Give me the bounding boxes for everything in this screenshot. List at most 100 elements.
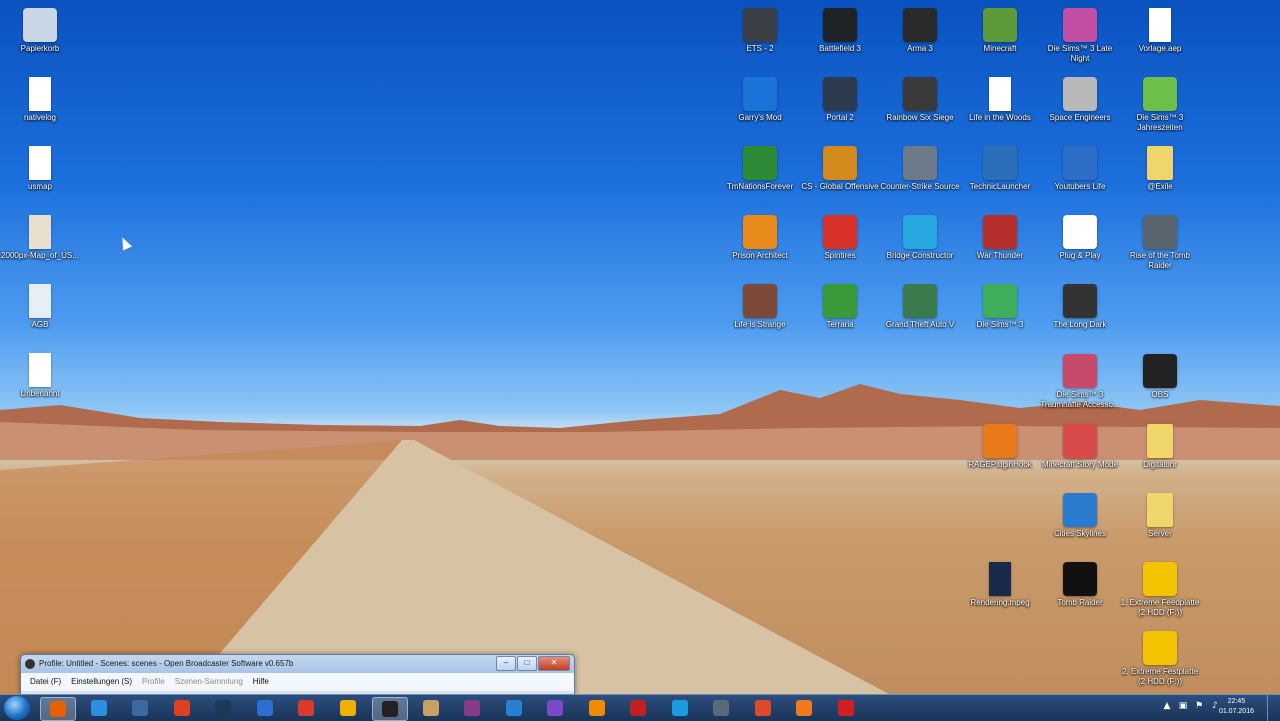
network-icon[interactable]: ▣ [1178,701,1188,711]
taskbar-app-audio[interactable] [621,697,655,719]
desktop-icon[interactable]: RAGEPluginHook [960,420,1040,488]
taskbar-app-winrar[interactable] [455,697,489,719]
calendar-icon [422,700,439,716]
desktop-icon[interactable]: Rendering.mpeg [960,558,1040,626]
desktop-icon[interactable]: Die Sims™ 3 Traumhafte Accesso... [1040,350,1120,418]
obs-title-bar[interactable]: Profile: Untitled - Scenes: scenes - Ope… [21,655,574,673]
desktop-icon[interactable]: Youtubers Life [1040,142,1120,210]
desktop-icon[interactable]: Bridge Constructor [880,211,960,279]
desktop-icon-label: War Thunder [976,251,1024,260]
desktop-icon-label: Portal 2 [826,113,854,122]
obs-app-icon [25,659,35,669]
desktop-icon[interactable]: Spintires [800,211,880,279]
taskbar-app-obs[interactable] [372,697,408,721]
desktop-icon[interactable]: Rise of the Tomb Raider [1120,211,1200,279]
desktop-icon[interactable]: Counter-Strike Source [880,142,960,210]
desktop-icon[interactable]: Arma 3 [880,4,960,72]
desktop-icon[interactable]: AGB [0,280,80,348]
taskbar-app-after-effects[interactable] [538,697,572,719]
desktop-icon[interactable]: TechnicLauncher [960,142,1040,210]
desktop-icon[interactable]: usmap [0,142,80,210]
gta-icon [903,284,937,318]
desktop-icon-label: Plug & Play [1059,251,1101,260]
menu-hilfe[interactable]: Hilfe [248,673,274,691]
tray-expand-icon[interactable]: ▲ [1162,701,1172,711]
desktop-icon-label: Die Sims™ 3 Jahreszeiten [1136,113,1184,132]
desktop-icon-label: Minecraft Story Mode [1041,460,1119,469]
desktop-icon[interactable]: Papierkorb [0,4,80,72]
taskbar-app-app-orange[interactable] [787,697,821,719]
desktop-icon[interactable]: Minecraft [960,4,1040,72]
desktop-icon[interactable]: CS - Global Offensive [800,142,880,210]
taskbar-app-app-red[interactable] [829,697,863,719]
desktop-icon[interactable]: Battlefield 3 [800,4,880,72]
desktop-icon[interactable]: Garry's Mod [720,73,800,141]
taskbar-app-steam[interactable] [206,697,240,719]
desktop-icon[interactable]: Cities Skylines [1040,489,1120,557]
desktop-icon[interactable]: Life in the Woods [960,73,1040,141]
start-button[interactable] [4,696,30,720]
show-desktop-button[interactable] [1267,695,1280,721]
desktop-icon[interactable]: The Long Dark [1040,280,1120,348]
desktop-icon-label: AGB [31,320,49,329]
menu-profile[interactable]: Profile [137,673,170,691]
desktop-icon[interactable]: Vorlage.aep [1120,4,1200,72]
desktop-icon[interactable]: 1. Extreme Feedplatte (2 HDD (F:)) [1120,558,1200,626]
menu-datei[interactable]: Datei (F) [25,673,66,691]
obs-window[interactable]: Profile: Untitled - Scenes: scenes - Ope… [20,654,575,696]
taskbar-app-utility[interactable] [82,697,116,719]
desktop-icon[interactable]: Prison Architect [720,211,800,279]
taskbar-app-network[interactable] [123,697,157,719]
taskbar-app-teamspeak[interactable] [497,697,531,719]
desktop-icon-label: usmap [27,182,52,191]
desktop-icon[interactable]: nativelog [0,73,80,141]
sims-icon [1063,354,1097,388]
java-file-icon [989,77,1011,111]
obs-icon [1143,354,1177,388]
clock[interactable]: 22:45 01.07.2016 [1219,697,1254,717]
desktop-icon[interactable]: Portal 2 [800,73,880,141]
desktop-icon[interactable]: TmNationsForever [720,142,800,210]
desktop-icon[interactable]: 2. Extreme Festplatte (2 HDD (F:)) [1120,627,1200,695]
document-icon [29,353,51,387]
desktop-icon[interactable]: Space Engineers [1040,73,1120,141]
taskbar-app-media-player[interactable] [165,697,199,719]
desktop-icon[interactable]: War Thunder [960,211,1040,279]
desktop-icon[interactable]: @Exile [1120,142,1200,210]
desktop-icon[interactable]: OBS [1120,350,1200,418]
desktop-icon-label: Minecraft [983,44,1017,53]
axe-icon [1063,284,1097,318]
desktop-icon[interactable]: Unbenannt [0,349,80,417]
desktop-icon[interactable]: Rainbow Six Siege [880,73,960,141]
desktop-icon[interactable]: Die Sims™ 3 [960,280,1040,348]
minimize-button[interactable]: – [496,656,516,671]
taskbar-app-vlc[interactable] [580,697,614,719]
menu-szenen-sammlung[interactable]: Szenen-Sammlung [170,673,248,691]
taskbar-app-skype[interactable] [663,697,697,719]
taskbar-app-sims-launcher[interactable] [331,697,365,719]
desktop-icon[interactable]: ETS - 2 [720,4,800,72]
desktop-icon[interactable]: Die Sims™ 3 Jahreszeiten [1120,73,1200,141]
desktop-icon[interactable]: Life is Strange [720,280,800,348]
desktop-icon[interactable]: Plug & Play [1040,211,1120,279]
close-button[interactable]: ✕ [538,656,570,671]
desktop-icon[interactable]: Tomb Raider [1040,558,1120,626]
taskbar-app-chrome[interactable] [289,697,323,719]
desktop-icon[interactable]: Server [1120,489,1200,557]
menu-einstellungen[interactable]: Einstellungen (S) [66,673,137,691]
taskbar-app-calendar[interactable] [414,697,448,719]
garrys-mod-icon [743,77,777,111]
desktop-icon[interactable]: Minecraft Story Mode [1040,420,1120,488]
desktop-icon[interactable]: 2000px-Map_of_US... [0,211,80,279]
file-icon [1149,8,1171,42]
desktop-icon[interactable]: Grand Theft Auto V [880,280,960,348]
taskbar-app-uplay[interactable] [248,697,282,719]
flag-icon[interactable]: ⚑ [1194,701,1204,711]
taskbar-app-firefox[interactable] [40,697,76,721]
taskbar-app-tool[interactable] [704,697,738,719]
desktop-icon[interactable]: Die Sims™ 3 Late Night [1040,4,1120,72]
desktop-icon[interactable]: Digitalunr [1120,420,1200,488]
maximize-button[interactable]: □ [517,656,537,671]
taskbar-app-origin[interactable] [746,697,780,719]
desktop-icon[interactable]: Terraria [800,280,880,348]
